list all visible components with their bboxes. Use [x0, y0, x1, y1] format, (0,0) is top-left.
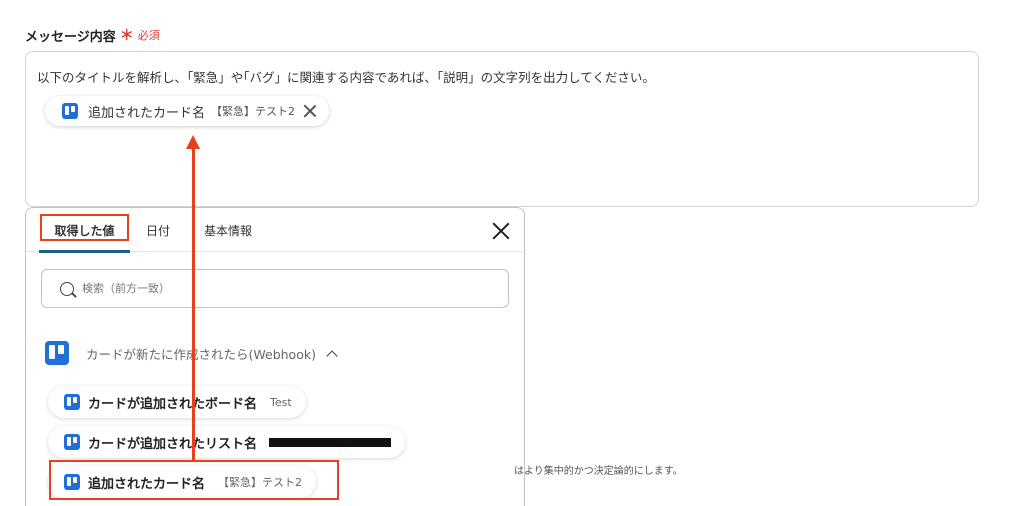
search-icon	[60, 281, 74, 296]
chip-label: 追加されたカード名	[88, 105, 206, 121]
chevron-up-icon[interactable]	[326, 349, 338, 362]
highlight-box-item	[49, 460, 339, 500]
search-input[interactable]	[82, 282, 462, 295]
message-content-textarea[interactable]: 以下のタイトルを解析し、｢緊急」や｢バグ」に関連する内容であれば、｢説明」の文字…	[25, 51, 979, 207]
inserted-value-chip[interactable]: 追加されたカード名 【緊急】テスト2	[45, 96, 330, 126]
field-label-text: メッセージ内容	[25, 29, 116, 45]
remove-chip-icon[interactable]	[303, 104, 317, 118]
tab-basic-info[interactable]: 基本情報	[202, 208, 254, 252]
item-label: カードが追加されたボード名	[88, 396, 258, 412]
helper-text: はより集中的かつ決定論的にします。	[514, 466, 683, 477]
redacted-value	[269, 437, 392, 447]
prompt-text: 以下のタイトルを解析し、｢緊急」や｢バグ」に関連する内容であれば、｢説明」の文字…	[37, 70, 655, 85]
close-popup-icon[interactable]	[492, 222, 510, 240]
message-content-label: メッセージ内容 ＊ 必須	[25, 25, 160, 45]
highlight-box-tab	[40, 214, 129, 241]
required-star: ＊	[119, 28, 134, 44]
group-title: カードが新たに作成されたら(Webhook)	[86, 346, 316, 362]
annotation-arrow-head	[186, 135, 200, 149]
trigger-group-header[interactable]: カードが新たに作成されたら(Webhook)	[45, 341, 338, 365]
trello-icon	[64, 434, 80, 450]
required-text: 必須	[137, 29, 160, 42]
trello-icon	[62, 103, 78, 119]
value-item-list-name[interactable]: カードが追加されたリスト名	[48, 426, 406, 458]
search-box[interactable]	[41, 269, 509, 308]
annotation-arrow-line	[192, 148, 195, 462]
value-item-board-name[interactable]: カードが追加されたボード名 Test	[48, 386, 306, 418]
trello-icon	[45, 341, 69, 365]
chip-value: 【緊急】テスト2	[211, 105, 296, 118]
trello-icon	[64, 394, 80, 410]
tab-date[interactable]: 日付	[146, 208, 170, 252]
item-value: Test	[270, 395, 292, 409]
item-label: カードが追加されたリスト名	[88, 436, 258, 452]
